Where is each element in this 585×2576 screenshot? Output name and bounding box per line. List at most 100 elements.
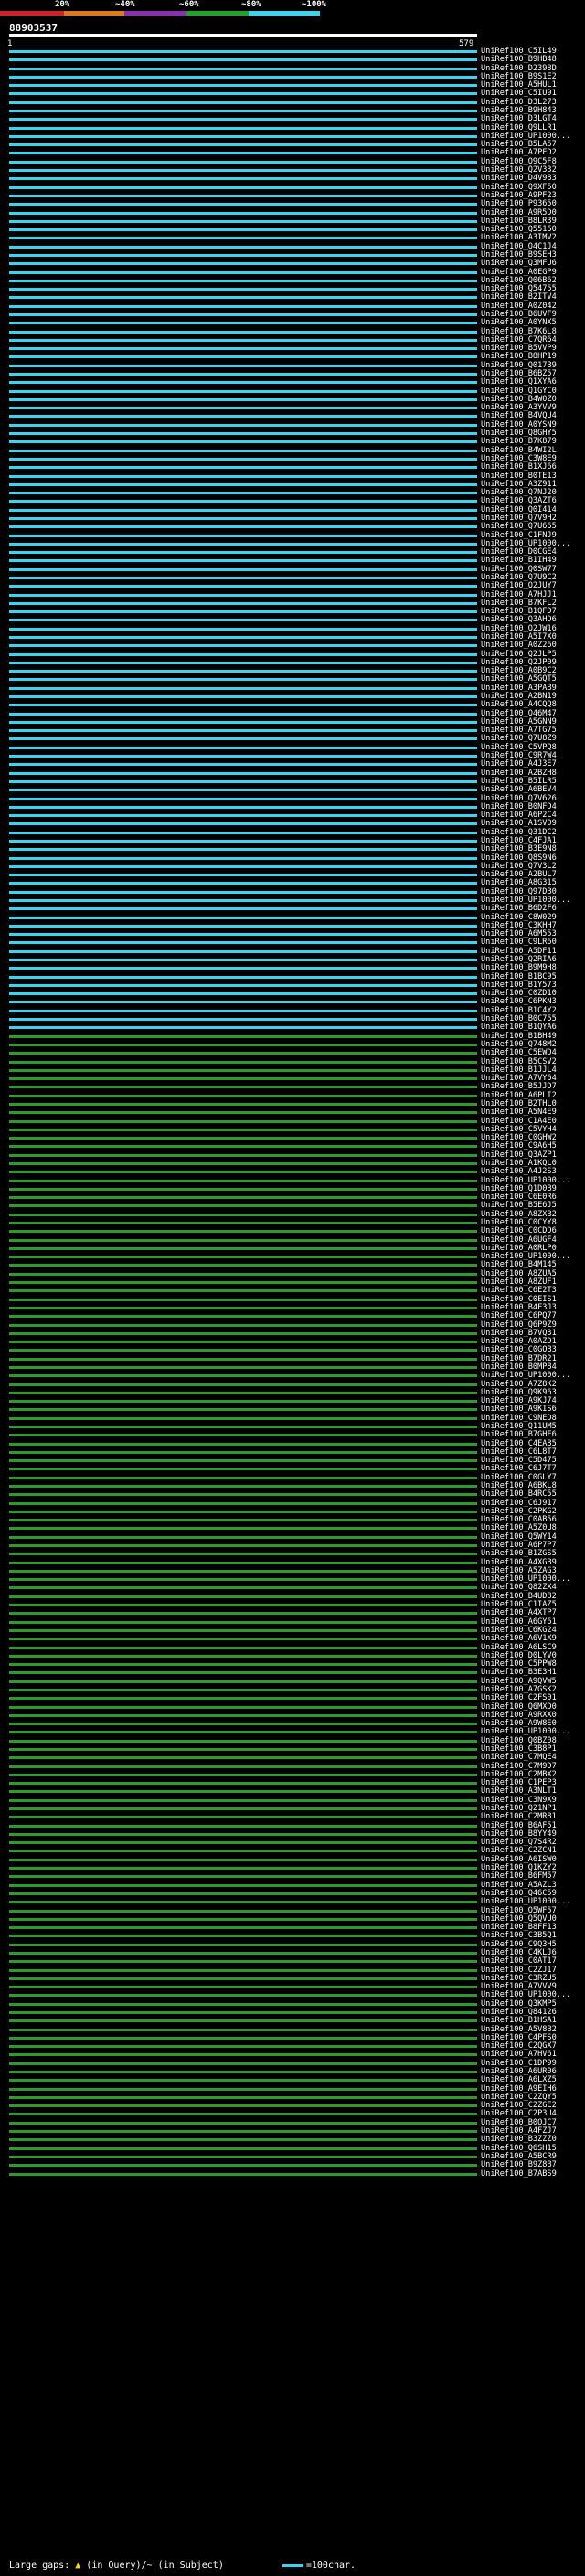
alignment-bar[interactable]	[9, 1416, 477, 1420]
alignment-bar[interactable]	[9, 1765, 477, 1768]
alignment-bar[interactable]	[9, 1935, 477, 1938]
alignment-bar[interactable]	[9, 1459, 477, 1463]
alignment-bar[interactable]	[9, 466, 477, 470]
alignment-bar[interactable]	[9, 508, 477, 512]
alignment-bar[interactable]	[9, 67, 477, 70]
alignment-bar[interactable]	[9, 1018, 477, 1022]
alignment-bar[interactable]	[9, 678, 477, 682]
alignment-bar[interactable]	[9, 2130, 477, 2134]
alignment-bar[interactable]	[9, 1485, 477, 1488]
alignment-bar[interactable]	[9, 2071, 477, 2074]
alignment-bar[interactable]	[9, 1204, 477, 1208]
alignment-bar[interactable]	[9, 160, 477, 164]
alignment-bar[interactable]	[9, 712, 477, 716]
alignment-bar[interactable]	[9, 975, 477, 979]
alignment-bar[interactable]	[9, 1816, 477, 1819]
alignment-bar[interactable]	[9, 789, 477, 792]
alignment-bar[interactable]	[9, 1068, 477, 1072]
alignment-bar[interactable]	[9, 720, 477, 724]
alignment-bar[interactable]	[9, 1926, 477, 1930]
alignment-bar[interactable]	[9, 1086, 477, 1089]
alignment-bar[interactable]	[9, 814, 477, 818]
alignment-bar[interactable]	[9, 84, 477, 88]
alignment-bar[interactable]	[9, 194, 477, 197]
alignment-bar[interactable]	[9, 1161, 477, 1165]
alignment-bar[interactable]	[9, 245, 477, 249]
alignment-bar[interactable]	[9, 1604, 477, 1607]
alignment-bar[interactable]	[9, 440, 477, 444]
alignment-bar[interactable]	[9, 1450, 477, 1454]
alignment-bar[interactable]	[9, 1493, 477, 1497]
alignment-bar[interactable]	[9, 432, 477, 436]
alignment-bar[interactable]	[9, 322, 477, 325]
alignment-bar[interactable]	[9, 2164, 477, 2168]
alignment-bar[interactable]	[9, 1043, 477, 1046]
alignment-bar[interactable]	[9, 1663, 477, 1667]
alignment-bar[interactable]	[9, 1569, 477, 1573]
alignment-bar[interactable]	[9, 101, 477, 104]
alignment-bar[interactable]	[9, 1654, 477, 1658]
alignment-bar[interactable]	[9, 2002, 477, 2006]
alignment-bar[interactable]	[9, 729, 477, 733]
alignment-bar[interactable]	[9, 1586, 477, 1590]
alignment-bar[interactable]	[9, 1102, 477, 1106]
alignment-bar[interactable]	[9, 1832, 477, 1836]
alignment-bar[interactable]	[9, 874, 477, 877]
alignment-bar[interactable]	[9, 542, 477, 546]
alignment-bar[interactable]	[9, 1196, 477, 1200]
alignment-bar[interactable]	[9, 534, 477, 537]
alignment-bar[interactable]	[9, 169, 477, 173]
alignment-bar[interactable]	[9, 2053, 477, 2057]
alignment-bar[interactable]	[9, 1756, 477, 1760]
alignment-bar[interactable]	[9, 1383, 477, 1386]
alignment-bar[interactable]	[9, 1773, 477, 1776]
hit-label[interactable]: UniRef100_B7ABS9	[481, 2169, 557, 2178]
alignment-bar[interactable]	[9, 1867, 477, 1871]
alignment-bar[interactable]	[9, 1349, 477, 1352]
alignment-bar[interactable]	[9, 364, 477, 367]
alignment-bar[interactable]	[9, 1077, 477, 1081]
alignment-bar[interactable]	[9, 500, 477, 504]
alignment-bar[interactable]	[9, 1544, 477, 1548]
alignment-bar[interactable]	[9, 627, 477, 631]
alignment-bar[interactable]	[9, 2172, 477, 2176]
alignment-bar[interactable]	[9, 2138, 477, 2142]
alignment-bar[interactable]	[9, 449, 477, 452]
alignment-bar[interactable]	[9, 1951, 477, 1955]
alignment-bar[interactable]	[9, 941, 477, 945]
alignment-bar[interactable]	[9, 576, 477, 579]
alignment-bar[interactable]	[9, 1391, 477, 1394]
alignment-bar[interactable]	[9, 338, 477, 342]
alignment-bar[interactable]	[9, 1748, 477, 1751]
alignment-bar[interactable]	[9, 1128, 477, 1131]
alignment-bar[interactable]	[9, 2155, 477, 2158]
alignment-bar[interactable]	[9, 1553, 477, 1556]
alignment-bar[interactable]	[9, 737, 477, 741]
alignment-bar[interactable]	[9, 1790, 477, 1794]
alignment-bar[interactable]	[9, 2010, 477, 2014]
alignment-bar[interactable]	[9, 1977, 477, 1980]
alignment-bar[interactable]	[9, 253, 477, 257]
alignment-bar[interactable]	[9, 1986, 477, 1989]
alignment-bar[interactable]	[9, 186, 477, 189]
alignment-bar[interactable]	[9, 50, 477, 53]
alignment-bar[interactable]	[9, 262, 477, 266]
alignment-bar[interactable]	[9, 1883, 477, 1887]
alignment-bar[interactable]	[9, 1111, 477, 1115]
alignment-bar[interactable]	[9, 1646, 477, 1649]
alignment-bar[interactable]	[9, 2036, 477, 2040]
alignment-bar[interactable]	[9, 1442, 477, 1446]
alignment-bar[interactable]	[9, 848, 477, 852]
alignment-bar[interactable]	[9, 1052, 477, 1055]
alignment-bar[interactable]	[9, 1850, 477, 1853]
alignment-bar[interactable]	[9, 296, 477, 300]
alignment-bar[interactable]	[9, 347, 477, 351]
alignment-bar[interactable]	[9, 389, 477, 393]
alignment-bar[interactable]	[9, 1807, 477, 1811]
alignment-bar[interactable]	[9, 831, 477, 834]
alignment-bar[interactable]	[9, 270, 477, 274]
alignment-bar[interactable]	[9, 652, 477, 656]
alignment-bar[interactable]	[9, 1298, 477, 1301]
alignment-bar[interactable]	[9, 423, 477, 427]
alignment-bar[interactable]	[9, 75, 477, 79]
